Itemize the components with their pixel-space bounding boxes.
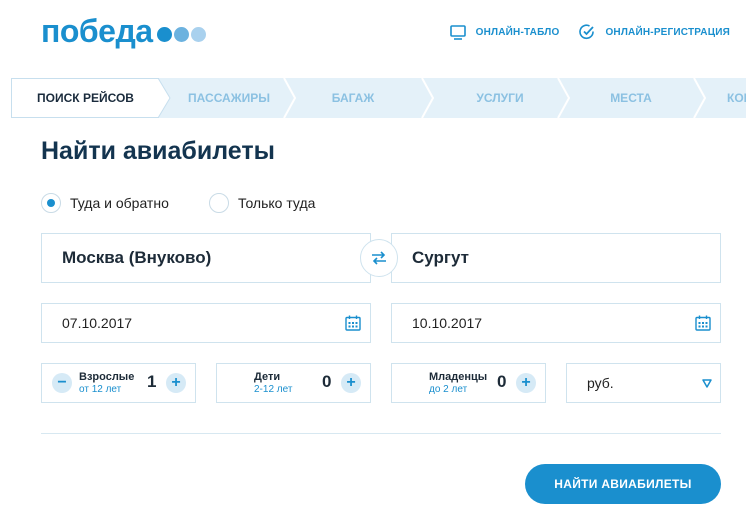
step-arrow-icon — [158, 78, 171, 118]
booking-steps: ПОИСК РЕЙСОВ ПАССАЖИРЫ БАГАЖ УСЛУГИ МЕСТ… — [11, 78, 746, 118]
check-circle-icon — [579, 24, 595, 40]
adults-plus-button[interactable]: + — [166, 373, 186, 393]
children-counter: Дети 2-12 лет 0 + — [216, 363, 371, 403]
adults-minus-button[interactable]: − — [52, 373, 72, 393]
children-age: 2-12 лет — [254, 384, 293, 395]
find-tickets-button[interactable]: НАЙТИ АВИАБИЛЕТЫ — [525, 464, 721, 504]
radio-round-trip[interactable]: Туда и обратно — [41, 193, 169, 213]
step-arrow-icon — [557, 78, 571, 118]
online-checkin-link[interactable]: ОНЛАЙН-РЕГИСТРАЦИЯ — [579, 24, 730, 40]
children-count: 0 — [322, 372, 332, 391]
online-board-label: ОНЛАЙН-ТАБЛО — [475, 26, 560, 38]
radio-button[interactable] — [41, 193, 61, 213]
step-services[interactable]: УСЛУГИ — [435, 78, 565, 118]
step-arrow-icon — [283, 78, 297, 118]
return-date-value: 10.10.2017 — [412, 315, 483, 331]
online-checkin-label: ОНЛАЙН-РЕГИСТРАЦИЯ — [605, 26, 730, 38]
return-date-field[interactable]: 10.10.2017 — [391, 303, 721, 343]
currency-select[interactable]: руб. — [566, 363, 721, 403]
adults-age: от 12 лет — [79, 384, 122, 395]
step-baggage[interactable]: БАГАЖ — [297, 78, 409, 118]
children-label: Дети — [254, 371, 281, 383]
logo-text: победа — [41, 13, 153, 49]
logo-dots — [156, 26, 208, 42]
swap-arrows-icon — [372, 251, 386, 265]
step-passengers[interactable]: ПАССАЖИРЫ — [173, 78, 285, 118]
children-plus-button[interactable]: + — [341, 373, 361, 393]
radio-button[interactable] — [209, 193, 229, 213]
step-arrow-icon — [421, 78, 435, 118]
infants-counter: Младенцы до 2 лет 0 + — [391, 363, 546, 403]
step-search[interactable]: ПОИСК РЕЙСОВ — [11, 78, 159, 118]
origin-field[interactable]: Москва (Внуково) — [41, 233, 371, 283]
radio-one-way[interactable]: Только туда — [209, 193, 315, 213]
header-links: ОНЛАЙН-ТАБЛО ОНЛАЙН-РЕГИСТРАЦИЯ — [430, 24, 730, 40]
divider — [41, 433, 721, 434]
infants-label: Младенцы — [429, 371, 488, 383]
infants-count: 0 — [497, 372, 507, 391]
calendar-icon[interactable] — [345, 315, 361, 331]
radio-label: Только туда — [238, 195, 316, 211]
infants-age: до 2 лет — [429, 384, 468, 395]
swap-cities-button[interactable] — [360, 239, 398, 277]
calendar-icon[interactable] — [695, 315, 711, 331]
infants-plus-button[interactable]: + — [516, 373, 536, 393]
adults-counter: − Взрослые от 12 лет 1 + — [41, 363, 196, 403]
monitor-icon — [449, 24, 466, 40]
step-arrow-icon — [693, 78, 707, 118]
logo-dot — [173, 26, 189, 42]
radio-selected-dot — [47, 199, 55, 207]
adults-count: 1 — [147, 372, 157, 391]
radio-label: Туда и обратно — [70, 195, 169, 211]
page-title: Найти авиабилеты — [41, 137, 275, 165]
depart-date-value: 07.10.2017 — [62, 315, 133, 331]
adults-label: Взрослые — [79, 371, 135, 383]
step-contacts[interactable]: КОНТАКТЫ — [727, 78, 746, 118]
logo-dot — [156, 26, 172, 42]
online-board-link[interactable]: ОНЛАЙН-ТАБЛО — [449, 24, 560, 40]
step-seats[interactable]: МЕСТА — [571, 78, 691, 118]
destination-field[interactable]: Сургут — [391, 233, 721, 283]
chevron-down-icon — [702, 379, 712, 388]
pobeda-logo[interactable]: победа — [41, 13, 208, 49]
depart-date-field[interactable]: 07.10.2017 — [41, 303, 371, 343]
currency-value: руб. — [587, 375, 614, 391]
logo-dot — [190, 26, 206, 42]
